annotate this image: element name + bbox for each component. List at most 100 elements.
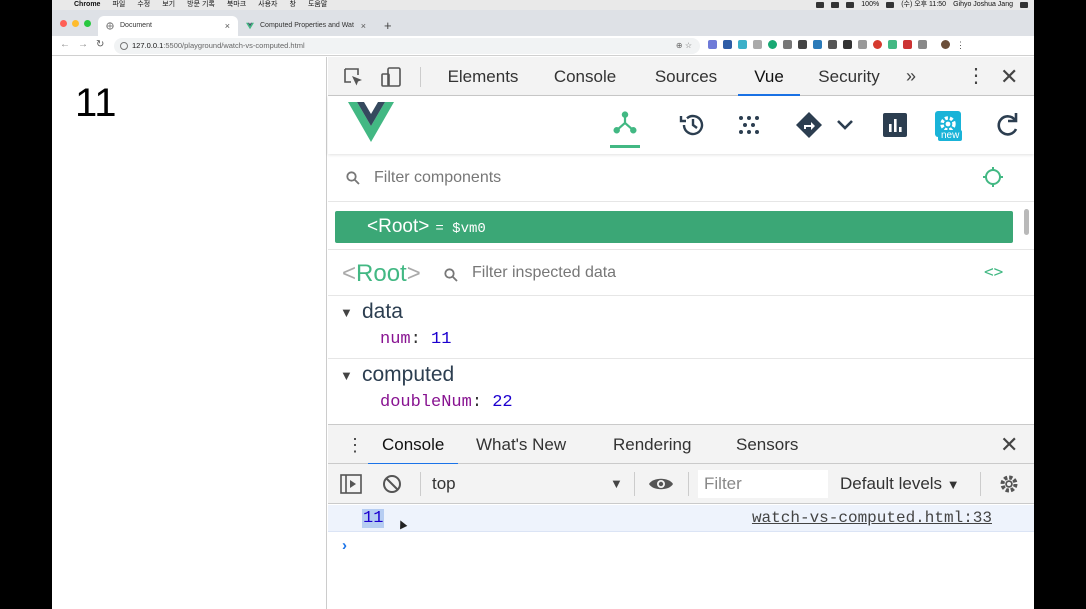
data-property-row[interactable]: num: 11 (380, 330, 451, 349)
tree-bracket-open: < (367, 216, 379, 237)
console-log-row[interactable]: 11 watch-vs-computed.html:33 (328, 505, 1034, 532)
log-levels-select[interactable]: Default levels ▼ (840, 464, 960, 505)
performance-chart-icon[interactable] (880, 110, 910, 140)
collapse-triangle-icon[interactable]: ▼ (340, 305, 353, 320)
menu-view[interactable]: 보기 (162, 0, 175, 10)
menu-app-name[interactable]: Chrome (74, 0, 100, 10)
menu-list-icon[interactable] (1020, 2, 1028, 8)
tab-security[interactable]: Security (810, 57, 888, 96)
filter-inspected-input[interactable]: Filter inspected data (472, 264, 616, 282)
console-settings-gear-icon[interactable] (998, 473, 1020, 495)
console-prompt[interactable]: › (342, 537, 347, 554)
extension-icon[interactable] (708, 40, 717, 49)
address-bar[interactable]: 127.0.0.1:5500/playground/watch-vs-compu… (114, 38, 700, 54)
inspect-element-icon[interactable] (342, 66, 364, 88)
computed-section-title[interactable]: computed (362, 363, 454, 387)
new-tab-button[interactable]: + (384, 16, 392, 36)
javascript-context-select[interactable]: top (432, 464, 456, 504)
dropdown-arrow-icon[interactable]: ▼ (610, 464, 623, 504)
user-name[interactable]: Gihyo Joshua Jang (953, 0, 1013, 10)
component-tree-root-row[interactable]: <Root> = $vm0 (335, 211, 1013, 243)
drawer-menu-icon[interactable]: ⋮ (346, 425, 364, 465)
new-badge: new (938, 130, 963, 141)
extension-icon[interactable] (813, 40, 822, 49)
minimize-window-icon[interactable] (72, 20, 79, 27)
refresh-icon[interactable] (992, 110, 1022, 140)
profile-avatar[interactable] (941, 40, 950, 49)
tab-elements[interactable]: Elements (440, 57, 526, 96)
menu-history[interactable]: 방문 기록 (187, 0, 215, 10)
browser-tab-document[interactable]: Document × (98, 16, 238, 36)
drawer-tab-whats-new[interactable]: What's New (476, 425, 566, 465)
clock[interactable]: (수) 오후 11:50 (901, 0, 946, 10)
timeline-history-icon[interactable] (678, 110, 708, 140)
filter-components-input[interactable]: Filter components (374, 169, 501, 187)
drawer-tab-bar: ⋮ Console What's New Rendering Sensors ✕ (328, 424, 1034, 465)
computed-property-row[interactable]: doubleNum: 22 (380, 393, 513, 412)
components-tab-icon[interactable] (610, 110, 640, 148)
tab-vue[interactable]: Vue (738, 57, 800, 96)
extension-icon[interactable] (873, 40, 882, 49)
zoom-star-icons[interactable]: ⊕ ☆ (676, 38, 692, 54)
extension-icon[interactable] (798, 40, 807, 49)
collapse-triangle-icon[interactable]: ▼ (340, 368, 353, 383)
menu-edit[interactable]: 수정 (137, 0, 150, 10)
chrome-menu-icon[interactable]: ⋮ (956, 40, 965, 50)
chevron-down-icon[interactable] (830, 110, 860, 140)
close-devtools-icon[interactable]: ✕ (1000, 57, 1018, 96)
extension-icon[interactable] (858, 40, 867, 49)
tree-scrollbar[interactable] (1024, 209, 1029, 235)
property-value[interactable]: 11 (431, 330, 451, 349)
drawer-tab-console[interactable]: Console (368, 425, 459, 465)
select-component-crosshair-icon[interactable] (982, 166, 1004, 188)
console-filter-input[interactable]: Filter (698, 470, 828, 498)
tab-console[interactable]: Console (542, 57, 628, 96)
extension-icon[interactable] (723, 40, 732, 49)
log-value[interactable]: 11 (362, 509, 385, 528)
inspect-dom-code-icon[interactable]: <> (984, 262, 1003, 281)
site-info-icon[interactable] (120, 42, 128, 50)
show-sidebar-icon[interactable] (340, 474, 362, 494)
vuex-dots-icon[interactable] (734, 110, 764, 140)
browser-tab-computed[interactable]: Computed Properties and Wat × (238, 16, 374, 36)
vue-devtools-extension-icon[interactable] (888, 40, 897, 49)
routing-icon[interactable] (794, 110, 824, 140)
extension-icon[interactable] (843, 40, 852, 49)
tab-close-icon[interactable]: × (361, 16, 366, 36)
extension-icon[interactable] (738, 40, 747, 49)
tree-bracket-close: > (418, 216, 430, 237)
tab-close-icon[interactable]: × (225, 16, 230, 36)
extension-icon[interactable] (828, 40, 837, 49)
bluetooth-icon[interactable] (831, 2, 840, 8)
extension-icon[interactable] (783, 40, 792, 49)
menu-file[interactable]: 파일 (112, 0, 125, 10)
more-tabs-icon[interactable]: » (906, 57, 916, 96)
zoom-window-icon[interactable] (84, 20, 91, 27)
clear-console-icon[interactable] (382, 474, 402, 494)
extension-icon[interactable] (753, 40, 762, 49)
reload-icon[interactable]: ↻ (96, 39, 104, 50)
wifi-icon[interactable] (816, 2, 825, 8)
battery-icon[interactable] (886, 2, 895, 8)
extension-icon[interactable] (918, 40, 927, 49)
log-source-link[interactable]: watch-vs-computed.html:33 (752, 509, 992, 527)
menu-window[interactable]: 창 (290, 0, 296, 10)
extension-icon[interactable] (903, 40, 912, 49)
extension-icons: ⋮ (708, 40, 965, 50)
forward-arrow-icon[interactable]: → (78, 39, 88, 50)
tab-sources[interactable]: Sources (644, 57, 728, 96)
extension-icon[interactable] (768, 40, 777, 49)
data-section-title[interactable]: data (362, 300, 403, 324)
device-toolbar-icon[interactable] (380, 66, 402, 88)
drawer-tab-sensors[interactable]: Sensors (736, 425, 798, 465)
devtools-menu-icon[interactable]: ⋮ (966, 57, 986, 96)
close-drawer-icon[interactable]: ✕ (1000, 425, 1018, 465)
back-arrow-icon[interactable]: ← (60, 39, 70, 50)
menu-help[interactable]: 도움말 (308, 0, 327, 10)
volume-icon[interactable] (846, 2, 855, 8)
menu-people[interactable]: 사용자 (258, 0, 277, 10)
drawer-tab-rendering[interactable]: Rendering (613, 425, 691, 465)
live-expression-eye-icon[interactable] (648, 475, 674, 493)
menu-bookmarks[interactable]: 북마크 (227, 0, 246, 10)
close-window-icon[interactable] (60, 20, 67, 27)
